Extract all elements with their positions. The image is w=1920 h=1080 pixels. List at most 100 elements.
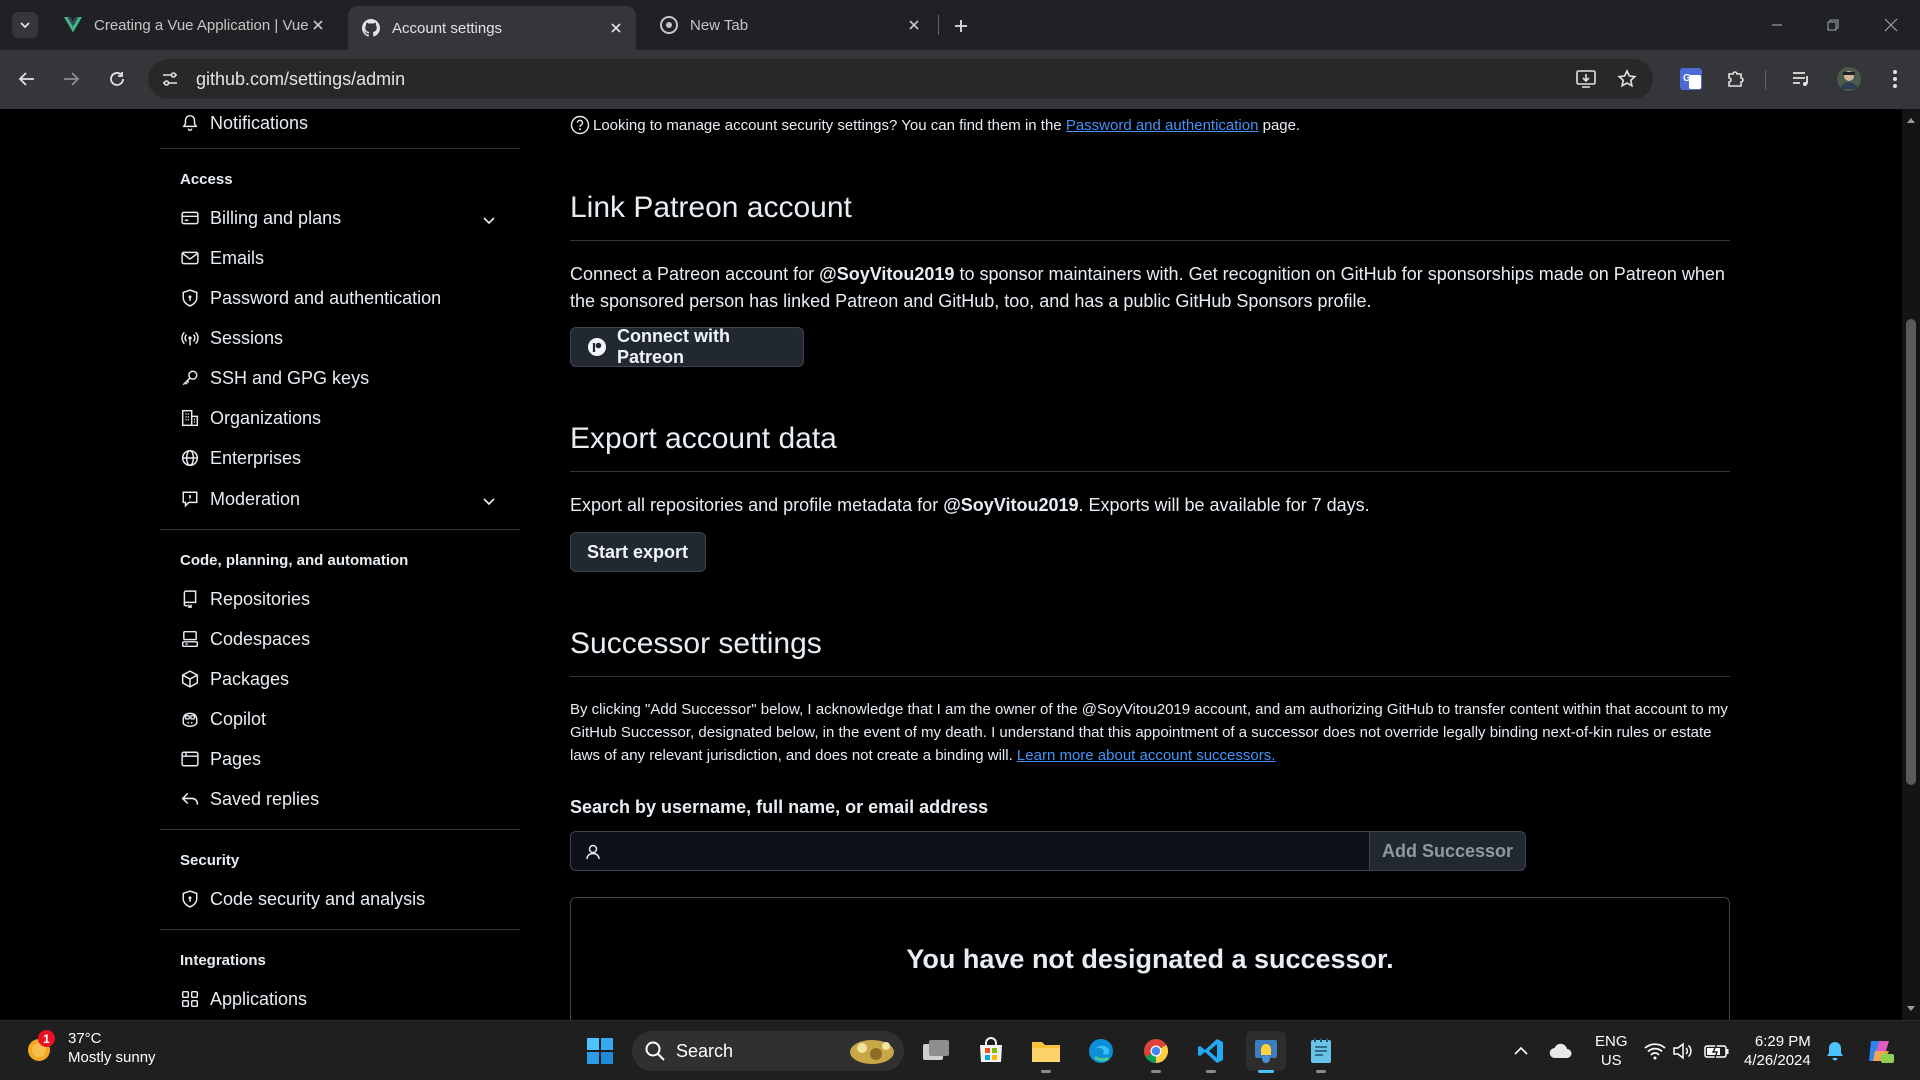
sidebar-item-moderation[interactable]: Moderation xyxy=(180,485,300,513)
sidebar-heading-code-planning: Code, planning, and automation xyxy=(180,552,409,569)
tab-new-tab[interactable]: New Tab xyxy=(646,6,934,44)
sidebar-item-copilot[interactable]: Copilot xyxy=(180,705,266,733)
new-tab-button[interactable] xyxy=(948,13,974,39)
learn-more-successors-link[interactable]: Learn more about account successors. xyxy=(1017,747,1275,764)
python-app-button[interactable] xyxy=(1246,1031,1286,1073)
successor-search-input[interactable] xyxy=(570,831,1370,871)
close-window-button[interactable] xyxy=(1876,10,1906,40)
scroll-down-arrow-icon[interactable] xyxy=(1906,1004,1916,1014)
copilot-logo-icon xyxy=(1869,1041,1894,1063)
patreon-description: Connect a Patreon account for @SoyVitou2… xyxy=(570,261,1730,315)
sidebar-item-label: Pages xyxy=(210,748,262,769)
chevron-up-icon xyxy=(1514,1046,1528,1055)
sidebar-item-label: Billing and plans xyxy=(210,207,342,228)
chevron-down-icon[interactable] xyxy=(481,212,497,228)
minimize-window-button[interactable] xyxy=(1762,10,1792,40)
sidebar-item-notifications[interactable]: Notifications xyxy=(180,109,308,137)
sidebar-item-label: Moderation xyxy=(210,488,301,509)
running-indicator xyxy=(1206,1070,1216,1073)
plus-icon xyxy=(955,20,967,32)
sidebar-item-label: Saved replies xyxy=(210,788,320,809)
battery-charging-icon xyxy=(1704,1043,1729,1059)
forward-button[interactable] xyxy=(56,64,86,94)
browser-icon xyxy=(180,749,200,769)
close-tab-icon[interactable] xyxy=(308,15,328,35)
sidebar-item-ssh-gpg-keys[interactable]: SSH and GPG keys xyxy=(180,364,369,392)
sidebar-item-password-authentication[interactable]: Password and authentication xyxy=(180,284,441,312)
sidebar-item-code-security[interactable]: Code security and analysis xyxy=(180,885,425,913)
volume-status[interactable] xyxy=(1670,1031,1696,1071)
tab-search-button[interactable] xyxy=(12,12,38,38)
more-vertical-icon xyxy=(1893,70,1897,88)
site-info-button[interactable] xyxy=(158,67,182,91)
sidebar-item-organizations[interactable]: Organizations xyxy=(180,404,321,432)
patreon-logo-icon xyxy=(587,337,607,357)
sidebar-item-billing[interactable]: Billing and plans xyxy=(180,204,341,232)
chrome-menu-button[interactable] xyxy=(1880,64,1910,94)
sidebar-item-codespaces[interactable]: Codespaces xyxy=(180,625,310,653)
connect-patreon-button[interactable]: Connect with Patreon xyxy=(570,326,804,367)
url-text[interactable]: github.com/settings/admin xyxy=(196,69,405,90)
edge-button[interactable] xyxy=(1081,1031,1121,1071)
notifications-button[interactable] xyxy=(1822,1031,1848,1071)
browser-tab-strip: Creating a Vue Application | Vue Account… xyxy=(0,0,1920,50)
sidebar-item-repositories[interactable]: Repositories xyxy=(180,585,310,613)
weather-widget[interactable]: 1 37°C Mostly sunny xyxy=(24,1029,156,1067)
export-desc-suffix: . Exports will be available for 7 days. xyxy=(1078,495,1370,515)
sidebar-item-emails[interactable]: Emails xyxy=(180,244,264,272)
install-icon xyxy=(1576,70,1596,88)
sidebar-item-packages[interactable]: Packages xyxy=(180,665,289,693)
start-export-button[interactable]: Start export xyxy=(570,532,706,572)
media-control-button[interactable] xyxy=(1786,64,1816,94)
file-explorer-button[interactable] xyxy=(1026,1031,1066,1073)
vscode-button[interactable] xyxy=(1191,1031,1231,1073)
language-indicator[interactable]: ENG US xyxy=(1595,1032,1628,1070)
person-icon xyxy=(583,842,603,862)
install-app-button[interactable] xyxy=(1574,67,1598,91)
onedrive-button[interactable] xyxy=(1546,1031,1576,1071)
sidebar-item-label: Codespaces xyxy=(210,628,311,649)
page-scrollbar[interactable] xyxy=(1902,109,1920,1020)
tab-title: New Tab xyxy=(690,16,749,34)
weather-desc: Mostly sunny xyxy=(68,1049,156,1066)
copilot-button[interactable] xyxy=(1862,1031,1898,1071)
sidebar-item-label: Organizations xyxy=(210,407,322,428)
sidebar-item-applications[interactable]: Applications xyxy=(180,985,307,1013)
scroll-up-arrow-icon[interactable] xyxy=(1906,115,1916,125)
tab-vue-docs[interactable]: Creating a Vue Application | Vue xyxy=(50,6,338,44)
bookmark-button[interactable] xyxy=(1615,67,1639,91)
show-hidden-icons-button[interactable] xyxy=(1508,1031,1534,1071)
sidebar-item-enterprises[interactable]: Enterprises xyxy=(180,444,301,472)
close-tab-icon[interactable] xyxy=(904,15,924,35)
sidebar-item-saved-replies[interactable]: Saved replies xyxy=(180,785,319,813)
notepad-button[interactable] xyxy=(1301,1031,1341,1073)
sidebar-divider xyxy=(160,529,520,530)
tab-account-settings[interactable]: Account settings xyxy=(348,6,636,50)
sidebar-item-pages[interactable]: Pages xyxy=(180,745,261,773)
start-button[interactable] xyxy=(580,1031,620,1071)
address-bar[interactable]: github.com/settings/admin xyxy=(148,59,1653,99)
chrome-button[interactable] xyxy=(1136,1031,1176,1073)
restore-window-button[interactable] xyxy=(1818,10,1848,40)
copilot-icon xyxy=(180,709,200,729)
extensions-button[interactable] xyxy=(1721,64,1751,94)
puzzle-icon xyxy=(1728,71,1744,87)
add-successor-button[interactable]: Add Successor xyxy=(1369,831,1526,871)
wifi-status[interactable] xyxy=(1642,1031,1668,1071)
battery-status[interactable] xyxy=(1702,1031,1732,1071)
task-view-button[interactable] xyxy=(916,1031,956,1071)
microsoft-store-button[interactable] xyxy=(971,1031,1011,1071)
scrollbar-thumb[interactable] xyxy=(1906,319,1916,785)
reload-button[interactable] xyxy=(102,64,132,94)
arrow-left-icon xyxy=(18,72,34,86)
restore-icon xyxy=(1827,19,1839,31)
system-clock[interactable]: 6:29 PM 4/26/2024 xyxy=(1744,1032,1811,1070)
google-translate-button[interactable]: G xyxy=(1676,64,1706,94)
sidebar-item-sessions[interactable]: Sessions xyxy=(180,324,283,352)
password-authentication-link[interactable]: Password and authentication xyxy=(1066,117,1259,134)
back-button[interactable] xyxy=(12,64,42,94)
close-tab-icon[interactable] xyxy=(606,18,626,38)
taskbar-search-box[interactable]: Search xyxy=(632,1031,904,1071)
profile-avatar-button[interactable] xyxy=(1834,64,1864,94)
chevron-down-icon[interactable] xyxy=(481,493,497,509)
